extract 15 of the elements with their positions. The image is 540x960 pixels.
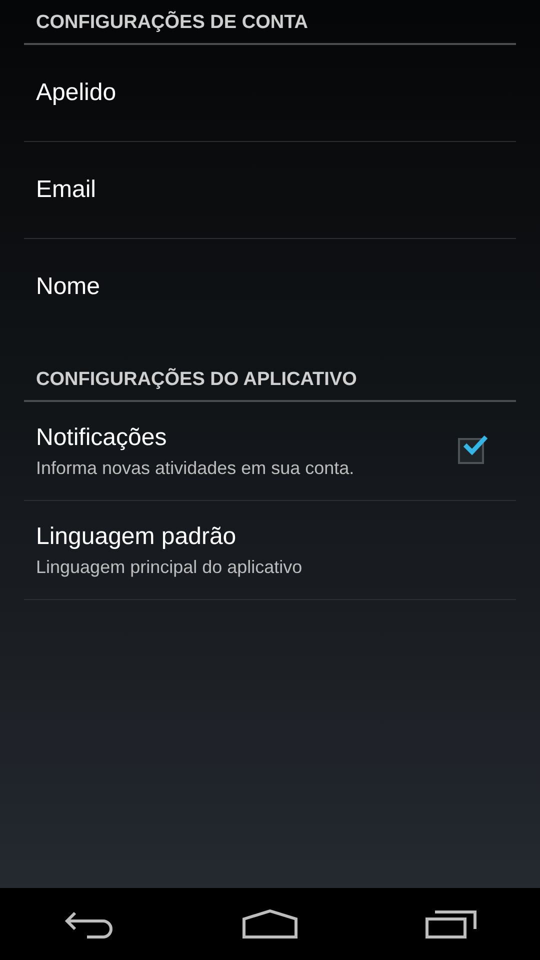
settings-item[interactable]: Linguagem padrão Linguagem principal do aplicativo: [24, 501, 516, 600]
settings-item[interactable]: Email: [24, 142, 516, 239]
item-title: Nome: [36, 273, 100, 301]
item-title: Linguagem padrão: [36, 522, 238, 550]
settings-item[interactable]: Apelido: [24, 45, 516, 142]
item-summary: Linguagem principal do aplicativo: [36, 556, 302, 578]
check-icon: [462, 434, 488, 456]
item-title: Email: [36, 176, 96, 204]
item-title: Apelido: [36, 79, 116, 107]
item-summary: Informa novas atividades em sua conta.: [36, 458, 354, 478]
section-header: CONFIGURAÇÕES DE CONTA: [24, 0, 516, 45]
section-header: CONFIGURAÇÕES DO APLICATIVO: [24, 357, 516, 402]
settings-item[interactable]: Nome: [24, 239, 516, 335]
settings-item[interactable]: Notificações Informa novas atividades em sua conta.: [24, 402, 516, 501]
item-title: Notificações: [36, 424, 168, 452]
